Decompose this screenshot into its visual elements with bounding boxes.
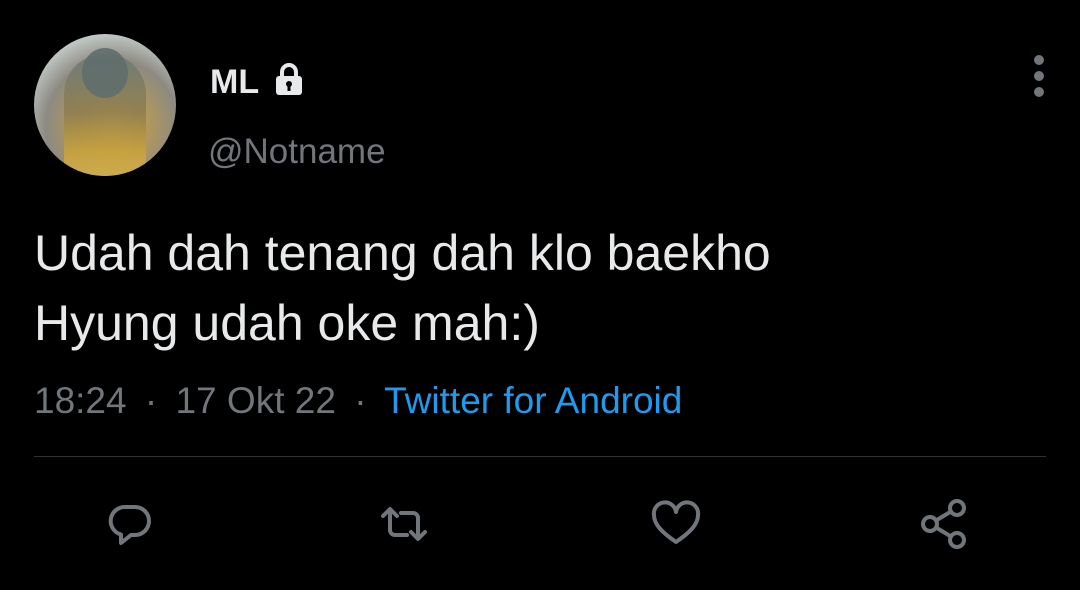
user-display-name[interactable]: ML: [210, 62, 307, 102]
retweet-icon: [381, 507, 427, 541]
meta-separator: ·: [354, 380, 367, 421]
reply-button[interactable]: [102, 496, 158, 552]
retweet-button[interactable]: [376, 496, 432, 552]
avatar[interactable]: [34, 34, 176, 176]
divider: [34, 456, 1046, 457]
display-name-text: ML: [210, 63, 260, 101]
tweet-time: 18:24: [34, 380, 127, 421]
heart-icon: [651, 500, 701, 544]
user-handle[interactable]: @Notname: [208, 132, 386, 172]
lock-icon: [271, 61, 307, 97]
avatar-head: [82, 48, 128, 98]
more-options-icon[interactable]: [1022, 52, 1056, 100]
tweet-date: 17 Okt 22: [175, 380, 336, 421]
tweet-source-link[interactable]: Twitter for Android: [384, 380, 682, 421]
share-button[interactable]: [916, 496, 972, 552]
like-button[interactable]: [648, 496, 704, 552]
tweet-text: Udah dah tenang dah klo baekho Hyung uda…: [34, 225, 771, 351]
meta-separator: ·: [144, 380, 158, 421]
share-icon: [921, 499, 966, 549]
tweet-meta: 18:24 · 17 Okt 22 · Twitter for Android: [34, 378, 682, 424]
reply-icon: [108, 504, 151, 545]
